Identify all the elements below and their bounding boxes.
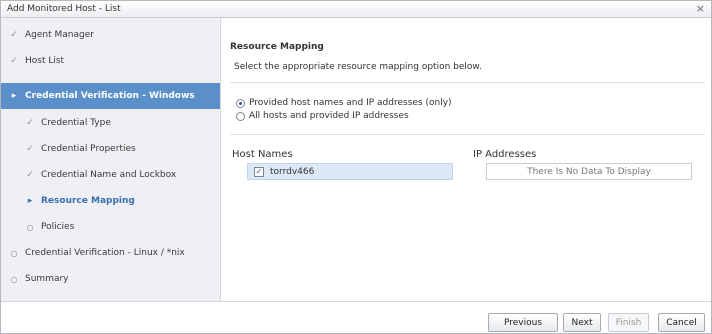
previous-button[interactable]: Previous [488,313,558,332]
sidebar-item-resource-mapping[interactable]: ▸ Resource Mapping [1,188,220,214]
add-monitored-host-dialog: Add Monitored Host - List × ✓ Agent Mana… [0,0,712,334]
radio-selected-icon[interactable] [236,98,245,108]
cancel-button[interactable]: Cancel [658,313,705,332]
triangle-right-icon: ▸ [11,91,17,101]
sidebar-item-credential-name-lockbox[interactable]: ✓ Credential Name and Lockbox [1,162,220,188]
sidebar-item-host-list[interactable]: ✓ Host List [1,48,220,74]
radio-label: Provided host names and IP addresses (on… [249,98,452,108]
close-icon[interactable]: × [696,2,705,16]
radio-provided-hosts-only[interactable]: Provided host names and IP addresses (on… [236,98,452,108]
checkmark-icon: ✓ [26,118,34,128]
sidebar-item-summary[interactable]: ○ Summary [1,266,220,292]
host-names-label: Host Names [232,149,293,160]
sidebar-item-label: Summary [25,274,69,284]
circle-icon: ○ [10,248,18,258]
sidebar-item-label: Credential Properties [41,144,136,154]
section-title: Resource Mapping [230,42,324,52]
sidebar-item-label: Host List [25,56,65,66]
ip-addresses-label: IP Addresses [473,149,537,160]
sidebar-item-label: Policies [41,222,75,232]
sidebar-item-label: Resource Mapping [41,196,135,206]
finish-button[interactable]: Finish [608,313,649,332]
sidebar-item-credential-verification-windows[interactable]: ▸ Credential Verification - Windows [1,83,220,109]
sidebar-item-label: Credential Verification - Linux / *nix [25,248,185,258]
sidebar-item-label: Credential Type [41,118,111,128]
checkmark-icon: ✓ [26,144,34,154]
radio-unselected-icon[interactable] [236,111,245,121]
checkmark-icon: ✓ [26,170,34,180]
main-content: Resource Mapping Select the appropriate … [222,18,711,301]
sidebar-item-credential-verification-linux[interactable]: ○ Credential Verification - Linux / *nix [1,240,220,266]
wizard-footer: Previous Next Finish Cancel [1,301,711,333]
empty-state-text: There Is No Data To Display [527,166,651,177]
checkmark-icon: ✓ [10,56,18,66]
sidebar-item-credential-properties[interactable]: ✓ Credential Properties [1,136,220,162]
radio-label: All hosts and provided IP addresses [249,111,409,121]
circle-icon: ○ [10,274,18,284]
window-title: Add Monitored Host - List [7,4,121,14]
sidebar-item-label: Agent Manager [25,30,94,40]
sidebar-item-label: Credential Name and Lockbox [41,170,177,180]
radio-all-hosts[interactable]: All hosts and provided IP addresses [236,111,409,121]
circle-icon: ○ [26,222,34,232]
divider [230,134,705,135]
ip-addresses-list: There Is No Data To Display [486,163,692,180]
instruction-text: Select the appropriate resource mapping … [234,62,482,72]
next-button[interactable]: Next [563,313,601,332]
sidebar-item-agent-manager[interactable]: ✓ Agent Manager [1,22,220,48]
title-bar: Add Monitored Host - List × [1,1,711,18]
host-name: torrdv466 [270,166,315,177]
wizard-steps-sidebar: ✓ Agent Manager ✓ Host List ▸ Credential… [1,18,221,301]
checkmark-icon: ✓ [10,30,18,40]
checkbox-checked-icon[interactable]: ✓ [254,166,264,177]
sidebar-item-credential-type[interactable]: ✓ Credential Type [1,110,220,136]
sidebar-item-policies[interactable]: ○ Policies [1,214,220,240]
triangle-right-icon: ▸ [27,196,33,206]
divider [230,82,705,83]
host-list-row[interactable]: ✓ torrdv466 [247,163,453,180]
sidebar-item-label: Credential Verification - Windows [25,91,195,101]
